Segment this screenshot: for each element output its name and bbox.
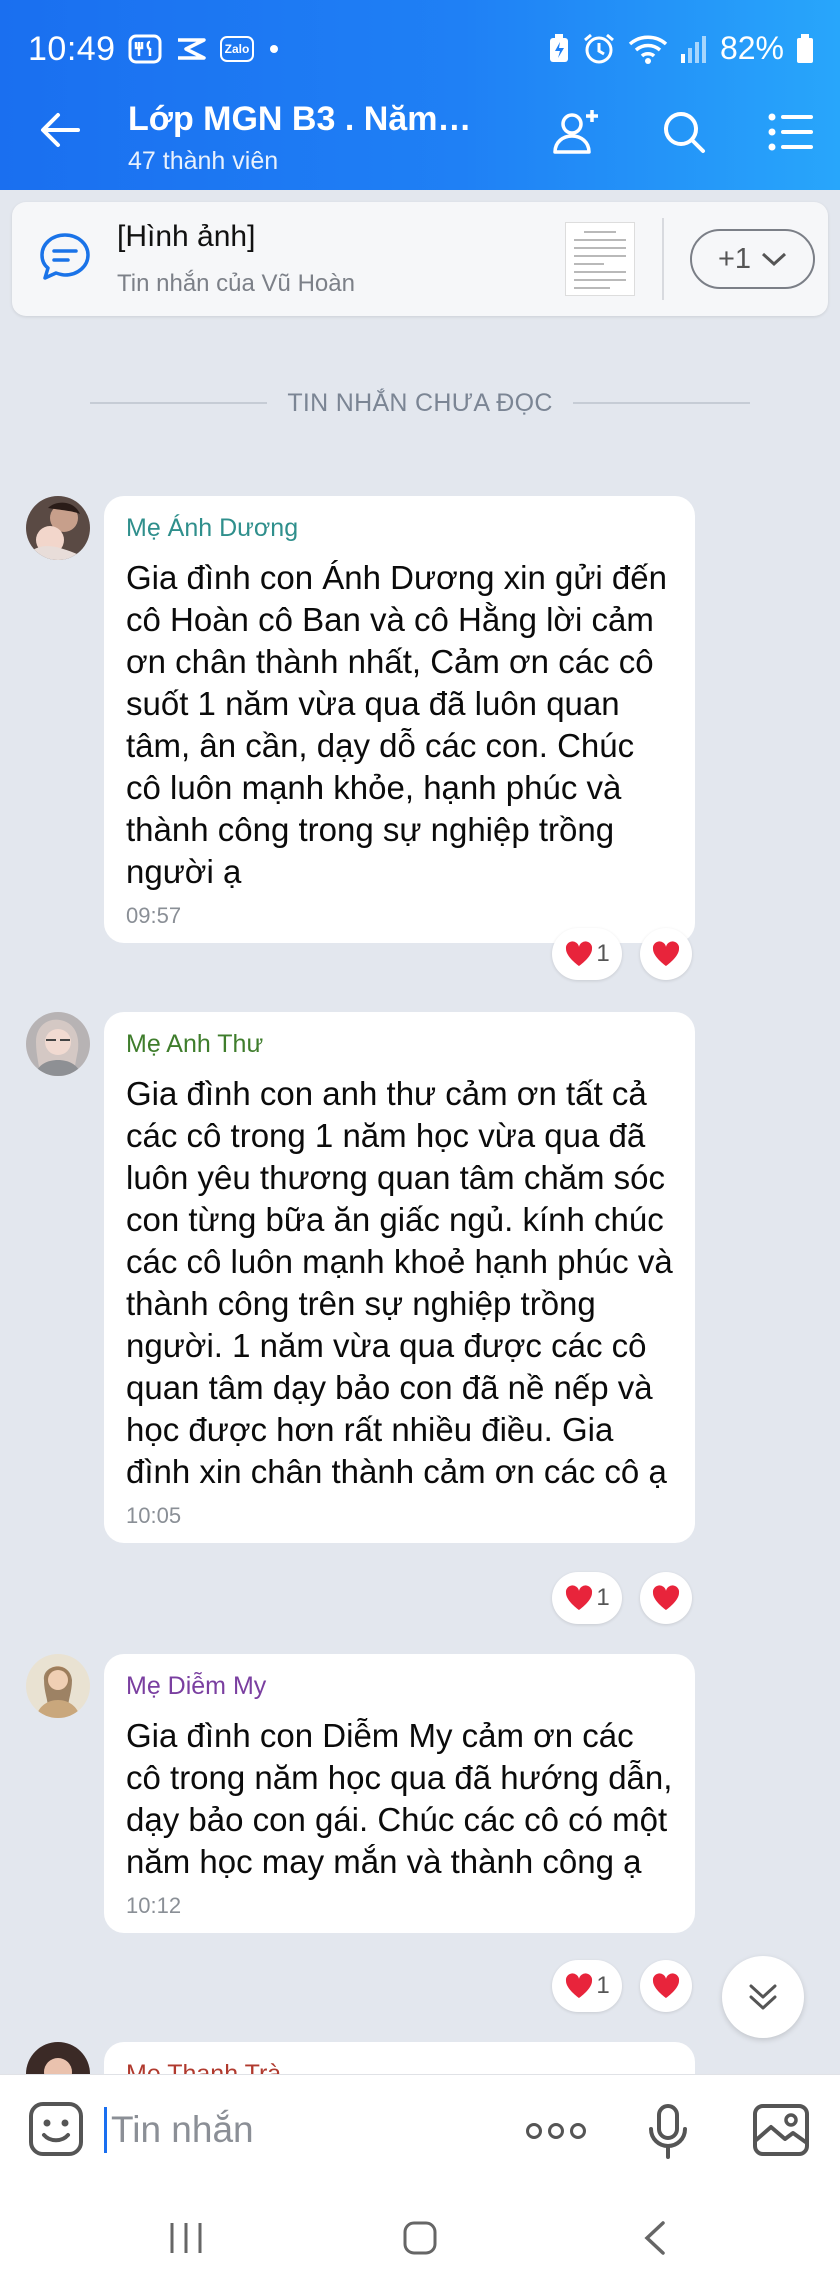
pinned-message-bar[interactable]: [Hình ảnh] Tin nhắn của Vũ Hoàn +1 (12, 202, 828, 316)
avatar[interactable] (26, 1012, 90, 1076)
notification-icons: Zalo (128, 34, 278, 64)
system-icons: 82% (548, 30, 814, 67)
battery-percent: 82% (719, 30, 784, 66)
group-title-block[interactable]: Lớp MGN B3 . Năm… 47 thành viên (128, 100, 471, 176)
message-input[interactable]: Tin nhắn (104, 2103, 254, 2157)
battery-icon (797, 33, 813, 63)
message-input-placeholder: Tin nhắn (111, 2109, 254, 2150)
scroll-to-bottom-button[interactable] (722, 1956, 804, 2038)
member-count: 47 thành viên (128, 147, 279, 175)
message-bubble[interactable]: Mẹ Ánh Dương Gia đình con Ánh Dương xin … (104, 496, 695, 943)
microphone-icon[interactable] (648, 2103, 688, 2159)
pinned-more-label: +1 (717, 242, 752, 275)
wifi-icon (628, 35, 668, 64)
image-gallery-icon[interactable] (752, 2103, 810, 2157)
sender-name: Mẹ Diễm My (126, 1672, 267, 1700)
heart-icon (566, 1973, 593, 1998)
top-bar: 10:49 Zalo 82% Lớp MGN B3 . Năm… 47 thàn… (0, 0, 840, 190)
group-title: Lớp MGN B3 . Năm… (128, 100, 472, 138)
heart-icon (652, 941, 680, 966)
message-item: Mẹ Thanh Trà (0, 2042, 840, 2074)
chat-bubble-icon (40, 233, 90, 280)
more-notifications-dot (270, 45, 278, 53)
reaction-count-badge[interactable]: 1 (552, 1960, 622, 2012)
signal-icon (680, 35, 706, 63)
pinned-divider (662, 218, 664, 300)
avatar[interactable] (26, 496, 90, 560)
menu-list-icon[interactable] (768, 112, 814, 152)
heart-icon (652, 1585, 680, 1610)
message-input-bar: Tin nhắn (0, 2074, 840, 2184)
message-bubble[interactable]: Mẹ Anh Thư Gia đình con anh thư cảm ơn t… (104, 1012, 695, 1543)
react-heart-button[interactable] (640, 1572, 692, 1624)
reaction-count: 1 (596, 940, 610, 967)
reaction-count: 1 (596, 1972, 610, 1999)
message-time: 10:05 (126, 1503, 182, 1528)
message-time: 09:57 (126, 903, 182, 928)
reaction-count: 1 (596, 1584, 610, 1611)
back-arrow-icon[interactable] (38, 108, 82, 152)
message-bubble[interactable]: Mẹ Diễm My Gia đình con Diễm My cảm ơn c… (104, 1654, 695, 1933)
avatar[interactable] (26, 2042, 90, 2074)
pinned-subtitle: Tin nhắn của Vũ Hoàn (117, 270, 355, 297)
battery-saver-icon (549, 33, 568, 62)
status-bar: 10:49 Zalo 82% (0, 0, 840, 78)
message-bubble[interactable]: Mẹ Thanh Trà (104, 2042, 695, 2074)
message-text: Gia đình con Diễm My cảm ơn các cô trong… (126, 1717, 673, 1880)
more-options-icon[interactable] (526, 2123, 586, 2139)
message-text: Gia đình con Ánh Dương xin gửi đến cô Ho… (126, 559, 667, 890)
double-chevron-down-icon (749, 1984, 777, 2010)
pinned-image-thumbnail[interactable] (565, 222, 635, 296)
reaction-count-badge[interactable]: 1 (552, 1572, 622, 1624)
reaction-count-badge[interactable]: 1 (552, 928, 622, 980)
zalo-icon: Zalo (220, 36, 254, 62)
heart-icon (652, 1973, 680, 1998)
chevron-down-icon (762, 252, 787, 267)
capcut-icon (178, 38, 206, 60)
status-time: 10:49 (28, 30, 116, 68)
sender-name: Mẹ Anh Thư (126, 1030, 264, 1058)
recent-apps-icon[interactable] (168, 2220, 204, 2256)
chat-header: Lớp MGN B3 . Năm… 47 thành viên (0, 78, 840, 190)
avatar[interactable] (26, 1654, 90, 1718)
sticker-emoji-icon[interactable] (28, 2101, 84, 2157)
sender-name: Mẹ Thanh Trà (126, 2060, 282, 2074)
heart-icon (566, 1585, 593, 1610)
add-member-icon[interactable] (552, 108, 600, 156)
react-heart-button[interactable] (640, 928, 692, 980)
unread-label: TIN NHẮN CHƯA ĐỌC (287, 388, 553, 417)
text-caret (104, 2107, 107, 2153)
message-time: 10:12 (126, 1893, 182, 1918)
nav-back-icon[interactable] (642, 2220, 668, 2256)
message-text: Gia đình con anh thư cảm ơn tất cả các c… (126, 1075, 673, 1490)
search-icon[interactable] (662, 110, 706, 154)
sender-name: Mẹ Ánh Dương (126, 514, 299, 542)
header-actions (552, 108, 814, 156)
react-heart-button[interactable] (640, 1960, 692, 2012)
system-navigation-bar (0, 2184, 840, 2289)
pinned-title: [Hình ảnh] (117, 220, 256, 253)
alarm-icon (583, 33, 614, 63)
unread-divider: TIN NHẮN CHƯA ĐỌC (90, 388, 751, 418)
heart-icon (566, 941, 593, 966)
restaurant-app-icon (128, 34, 162, 64)
home-icon[interactable] (402, 2220, 438, 2256)
pinned-more-button[interactable]: +1 (690, 229, 815, 289)
